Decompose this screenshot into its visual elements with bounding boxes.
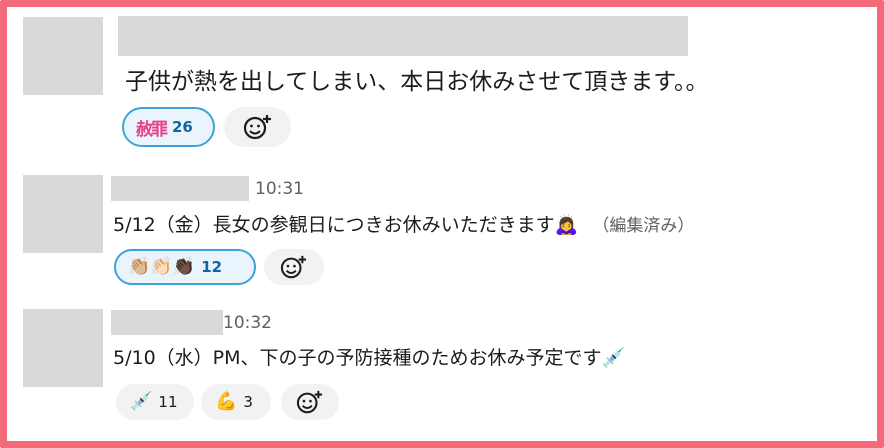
- sender-name-redacted[interactable]: [118, 16, 688, 56]
- syringe-icon: 💉: [130, 391, 153, 412]
- custom-emoji-icon: 赦罪: [136, 119, 168, 140]
- sender-name-redacted[interactable]: [111, 176, 249, 201]
- add-reaction-button[interactable]: [281, 384, 339, 420]
- add-reaction-button[interactable]: [264, 249, 324, 285]
- message-timestamp[interactable]: 10:32: [223, 313, 272, 333]
- reaction-count: 11: [158, 393, 178, 411]
- add-reaction-icon: [243, 115, 271, 140]
- message-text-body: 5/12（金）長女の参観日につきお休みいただきます🙇‍♀️: [113, 214, 579, 236]
- clap-icon: 👏🏼👏🏻👏🏿: [128, 256, 196, 277]
- message-text: 5/10（水）PM、下の子の予防接種のためお休み予定です💉: [113, 347, 626, 369]
- reaction-count: 12: [201, 258, 223, 276]
- edited-label: （編集済み）: [592, 216, 695, 236]
- avatar[interactable]: [23, 309, 103, 387]
- sender-name-redacted[interactable]: [111, 310, 223, 335]
- avatar[interactable]: [23, 17, 103, 95]
- add-reaction-button[interactable]: [224, 107, 291, 147]
- avatar[interactable]: [23, 175, 103, 253]
- reaction-custom[interactable]: 赦罪 26: [122, 107, 215, 147]
- message-text: 5/12（金）長女の参観日につきお休みいただきます🙇‍♀️ （編集済み）: [113, 210, 694, 237]
- add-reaction-icon: [280, 255, 307, 279]
- reaction-count: 3: [243, 393, 253, 411]
- reaction-syringe[interactable]: 💉 11: [116, 384, 194, 420]
- message-text: 子供が熱を出してしまい、本日お休みさせて頂きます。。: [125, 69, 709, 95]
- add-reaction-icon: [296, 390, 323, 414]
- reaction-clap[interactable]: 👏🏼👏🏻👏🏿 12: [114, 249, 256, 285]
- message-timestamp[interactable]: 10:31: [255, 179, 304, 199]
- reaction-muscle[interactable]: 💪 3: [201, 384, 271, 420]
- muscle-icon: 💪: [215, 391, 238, 412]
- reaction-count: 26: [172, 118, 193, 136]
